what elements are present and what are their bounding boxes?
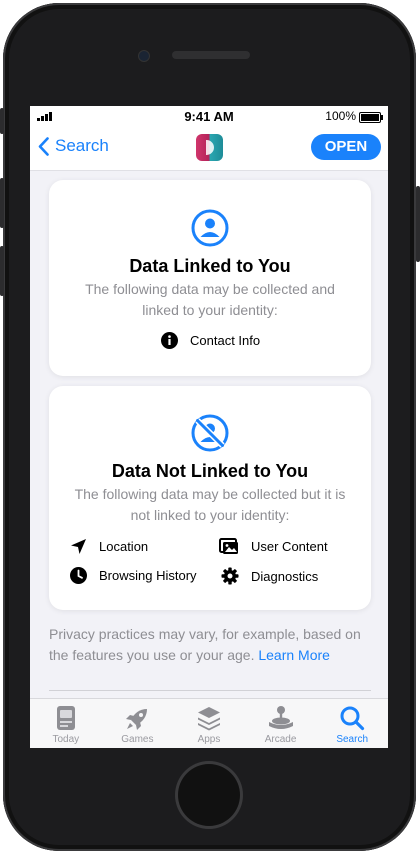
tab-label: Search (336, 734, 369, 745)
data-item-label: Location (99, 539, 149, 554)
joystick-icon (268, 706, 293, 729)
search-icon (340, 706, 365, 731)
navigation-bar: Search OPEN (30, 126, 388, 171)
battery-icon (359, 112, 383, 123)
tab-search[interactable]: Search (316, 699, 388, 748)
tab-arcade[interactable]: Arcade (245, 699, 317, 748)
today-icon (56, 706, 75, 730)
info-icon (161, 332, 178, 349)
tab-label: Apps (197, 734, 221, 745)
person-slash-icon (191, 414, 229, 452)
tab-bar: Today Games Apps Arcade Search (30, 698, 388, 748)
data-item-user-content: User Content (219, 538, 328, 555)
gear-icon (221, 567, 239, 585)
earpiece-speaker (172, 51, 250, 59)
data-item-browsing-history: Browsing History (70, 567, 197, 584)
privacy-note: Privacy practices may vary, for example,… (49, 624, 371, 666)
data-linked-description: The following data may be collected and … (85, 281, 335, 318)
data-item-diagnostics: Diagnostics (221, 567, 318, 585)
front-camera (139, 51, 149, 61)
learn-more-link[interactable]: Learn More (258, 647, 330, 663)
data-item-location: Location (70, 538, 148, 555)
screen: 9:41 AM 100% Search OPEN Data Linked to … (30, 106, 388, 748)
data-item-label: Contact Info (190, 333, 261, 348)
layers-icon (197, 707, 220, 731)
tab-games[interactable]: Games (102, 699, 174, 748)
tab-today[interactable]: Today (30, 699, 102, 748)
open-button[interactable]: OPEN (311, 134, 381, 160)
back-label: Search (55, 136, 109, 155)
data-linked-title: Data Linked to You (129, 256, 291, 276)
rocket-icon (126, 709, 148, 730)
tab-label: Today (52, 734, 80, 745)
app-icon (196, 134, 223, 161)
data-not-linked-description: The following data may be collected but … (74, 486, 346, 523)
home-button[interactable] (178, 764, 240, 826)
data-item-label: User Content (251, 539, 328, 554)
data-not-linked-title: Data Not Linked to You (111, 461, 309, 481)
divider (49, 690, 371, 691)
back-button[interactable]: Search (38, 136, 109, 156)
clock-icon (70, 567, 87, 584)
power-button (416, 186, 420, 262)
chevron-left-icon (38, 136, 49, 156)
tab-apps[interactable]: Apps (173, 699, 245, 748)
data-item-label: Browsing History (99, 568, 197, 583)
location-icon (71, 539, 86, 554)
person-circle-icon (191, 209, 229, 247)
status-bar: 9:41 AM 100% (30, 106, 388, 126)
user-content-icon (219, 538, 238, 554)
data-linked-card: Data Linked to You The following data ma… (49, 180, 371, 376)
battery-percent: 100% (325, 109, 356, 123)
tab-label: Games (121, 734, 154, 745)
data-not-linked-card: Data Not Linked to You The following dat… (49, 386, 371, 610)
data-item-label: Diagnostics (251, 568, 319, 584)
volume-down-button (0, 246, 4, 296)
tab-label: Arcade (264, 734, 297, 745)
data-item-contact-info: Contact Info (161, 332, 260, 349)
volume-up-button (0, 178, 4, 228)
mute-switch (0, 108, 4, 134)
